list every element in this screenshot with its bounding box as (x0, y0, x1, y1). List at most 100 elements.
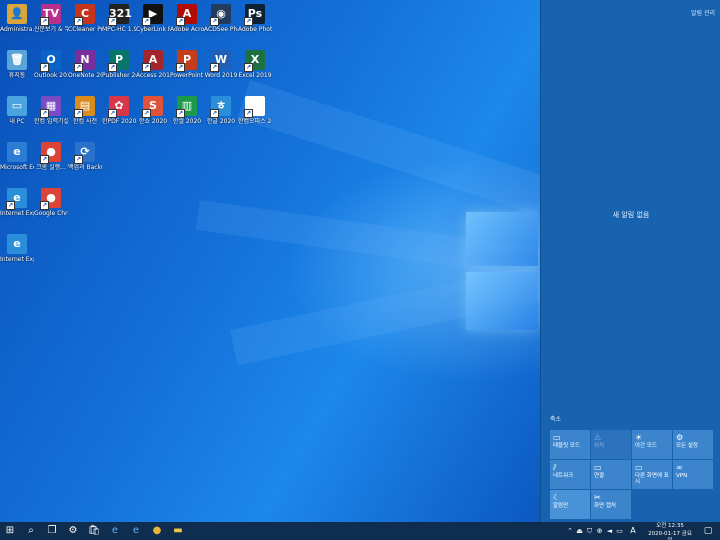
desktop-icon[interactable]: N↗OneNote 2019 (68, 50, 102, 79)
desktop-icon[interactable]: e Microsoft Edge (0, 142, 34, 171)
app-icon: TV ↗ (40, 4, 61, 26)
desktop-icon[interactable]: ▥ ↗ 한셀 2020 (170, 96, 204, 125)
shortcut-arrow-icon: ↗ (108, 17, 117, 26)
desktop-icon[interactable]: ✦↗한컴오피스 2020 (238, 96, 272, 125)
shortcut-arrow-icon: ↗ (40, 155, 49, 164)
desktop-icon[interactable]: TV↗신문보기 & 무료TV (34, 4, 68, 33)
shortcut-arrow-icon: ↗ (244, 109, 253, 118)
desktop-icon[interactable]: A↗Adobe Acrobat DC (170, 4, 204, 33)
shortcut-arrow-icon: ↗ (40, 109, 49, 118)
quick-action-tile[interactable]: ▭ 연결 (591, 460, 631, 489)
task-view-icon[interactable]: ❐ (42, 522, 62, 540)
desktop-icon[interactable]: e Internet Explorer (0, 234, 34, 263)
app-icon: ✦ ↗ (244, 96, 265, 118)
chrome-icon[interactable]: ● (147, 522, 167, 540)
clock[interactable]: 오전 12:35 2020-01-17 금요일 (646, 523, 694, 540)
desktop-icon-label: 한셀 2020 (172, 118, 202, 125)
shortcut-arrow-icon: ↗ (40, 63, 49, 72)
show-hidden-icons[interactable]: ⌃ (566, 522, 574, 540)
app-icon: ● ↗ (40, 142, 61, 164)
desktop-icon-label: 한쇼 2020 (138, 118, 168, 125)
desktop-icon[interactable]: W ↗ Word 2019 (204, 50, 238, 79)
shortcut-arrow-icon: ↗ (210, 109, 219, 118)
ime-indicator[interactable]: A (628, 522, 638, 540)
desktop-icon[interactable]: ● ↗ 크롬 실행... (34, 142, 68, 171)
app-icon: 👤 (7, 4, 27, 24)
file-explorer-icon[interactable]: ▬ (168, 522, 188, 540)
app-icon: ▤ ↗ (74, 96, 95, 118)
internet-explorer-icon[interactable]: e (126, 522, 146, 540)
quick-action-tile[interactable]: ∞ VPN (673, 460, 713, 489)
store-icon[interactable]: 🛍 (84, 522, 104, 540)
desktop-icon[interactable]: ✿ ↗ 한PDF 2020 (102, 96, 136, 125)
network-icon[interactable]: ⊕ (595, 522, 604, 540)
app-icon: ㅎ ↗ (210, 96, 231, 118)
desktop-icon[interactable]: ⟳↗백업과 Backupp... (68, 142, 102, 171)
desktop-icon[interactable]: X ↗ Excel 2019 (238, 50, 272, 79)
desktop-icon[interactable]: ▦↗한컴 입력기설정 (34, 96, 68, 125)
volume-icon[interactable]: ◄ (605, 522, 614, 540)
quick-action-icon: ⫽ (553, 463, 557, 472)
desktop-icon[interactable]: ▭ 내 PC (0, 96, 34, 125)
quick-action-tile[interactable]: ☾ 알림만 (550, 490, 590, 519)
shortcut-arrow-icon: ↗ (210, 17, 219, 26)
quick-action-tile[interactable]: ▭ 다른 화면에 표시 (632, 460, 672, 489)
shortcut-arrow-icon: ↗ (142, 17, 151, 26)
quick-action-tile[interactable]: ⫽ 네트워크 (550, 460, 590, 489)
taskbar: ⊞ ⌕ ❐ ⚙ 🛍 e e ● ▬ ⌃ ⏏ ⛉ ⊕ ◄ ▭ A 오전 12:35 2020-01… (0, 522, 720, 540)
desktop-icon-label: PowerPoint 2019 (170, 72, 204, 79)
desktop-icon-label: 한컴 입력기설정 (34, 118, 68, 125)
quick-action-label: VPN (676, 473, 688, 479)
desktop-icon[interactable]: O↗Outlook 2019 (34, 50, 68, 79)
desktop-icon[interactable]: 🗑 휴지통 (0, 50, 34, 79)
desktop-icon[interactable]: S ↗ 한쇼 2020 (136, 96, 170, 125)
quick-action-icon: ∞ (676, 463, 683, 472)
edge-icon[interactable]: e (105, 522, 125, 540)
desktop-icon-label: Publisher 2019 (102, 72, 136, 79)
desktop-icon-label: 한컴 사전 (73, 118, 97, 125)
app-icon: e (7, 142, 27, 162)
app-icon: C ↗ (74, 4, 95, 26)
app-icon: P ↗ (108, 50, 129, 72)
desktop-icon[interactable]: A ↗ Access 2019 (136, 50, 170, 79)
desktop-icon[interactable]: P↗Publisher 2019 (102, 50, 136, 79)
shortcut-arrow-icon: ↗ (108, 109, 117, 118)
search-icon[interactable]: ⌕ (21, 522, 41, 540)
start-icon[interactable]: ⊞ (0, 522, 20, 540)
desktop-icon[interactable]: ㅎ ↗ 한글 2020 (204, 96, 238, 125)
display-icon[interactable]: ▭ (615, 522, 624, 540)
quick-action-label: 모든 설정 (676, 443, 698, 449)
desktop-icon-label: 신문보기 & 무료TV (34, 26, 68, 33)
desktop-icon[interactable]: 321↗MPC-HC 1.9.0 (102, 4, 136, 33)
shield-icon[interactable]: ⛉ (585, 522, 594, 540)
quick-action-tile[interactable]: ▭ 태블릿 모드 (550, 430, 590, 459)
collapse-link[interactable]: 축소 (550, 414, 561, 423)
quick-action-label: 다른 화면에 표시 (635, 473, 669, 485)
usb-icon[interactable]: ⏏ (575, 522, 584, 540)
shortcut-arrow-icon: ↗ (142, 63, 151, 72)
shortcut-arrow-icon: ↗ (108, 63, 117, 72)
windows-logo-pane (466, 272, 538, 330)
desktop-icon-label: 한PDF 2020 (102, 118, 136, 125)
quick-action-tile[interactable]: ✂ 화면 캡처 (591, 490, 631, 519)
quick-action-tile[interactable]: ⚠ 위치 (591, 430, 631, 459)
desktop-icon[interactable]: C↗CCleaner Pro 5.63 (68, 4, 102, 33)
settings-icon[interactable]: ⚙ (63, 522, 83, 540)
desktop-icon[interactable]: ●↗Google Chrome 79 (34, 188, 68, 217)
action-center-button[interactable]: ▢ (700, 522, 716, 540)
shortcut-arrow-icon: ↗ (176, 17, 185, 26)
desktop-icon[interactable]: ◉↗ACDSee Photo Stud... (204, 4, 238, 33)
quick-action-tile[interactable]: ⚙ 모든 설정 (673, 430, 713, 459)
shortcut-arrow-icon: ↗ (176, 109, 185, 118)
desktop-icon[interactable]: Ps↗Adobe Photosh... (238, 4, 272, 33)
desktop-icon[interactable]: ▤ ↗ 한컴 사전 (68, 96, 102, 125)
desktop-icon[interactable]: e↗Internet Explorer (0, 188, 34, 217)
app-icon: e (7, 234, 27, 254)
clock-date: 2020-01-17 금요일 (648, 530, 692, 540)
desktop-icon-label: CCleaner Pro 5.63 (68, 26, 102, 33)
desktop-icon[interactable]: 👤 Administra... (0, 4, 34, 33)
desktop-icon[interactable]: ▶↗CyberLink PowerDV... (136, 4, 170, 33)
manage-notifications-link[interactable]: 알림 관리 (691, 8, 715, 17)
quick-action-tile[interactable]: ☀ 야간 모드 (632, 430, 672, 459)
desktop-icon[interactable]: P↗PowerPoint 2019 (170, 50, 204, 79)
